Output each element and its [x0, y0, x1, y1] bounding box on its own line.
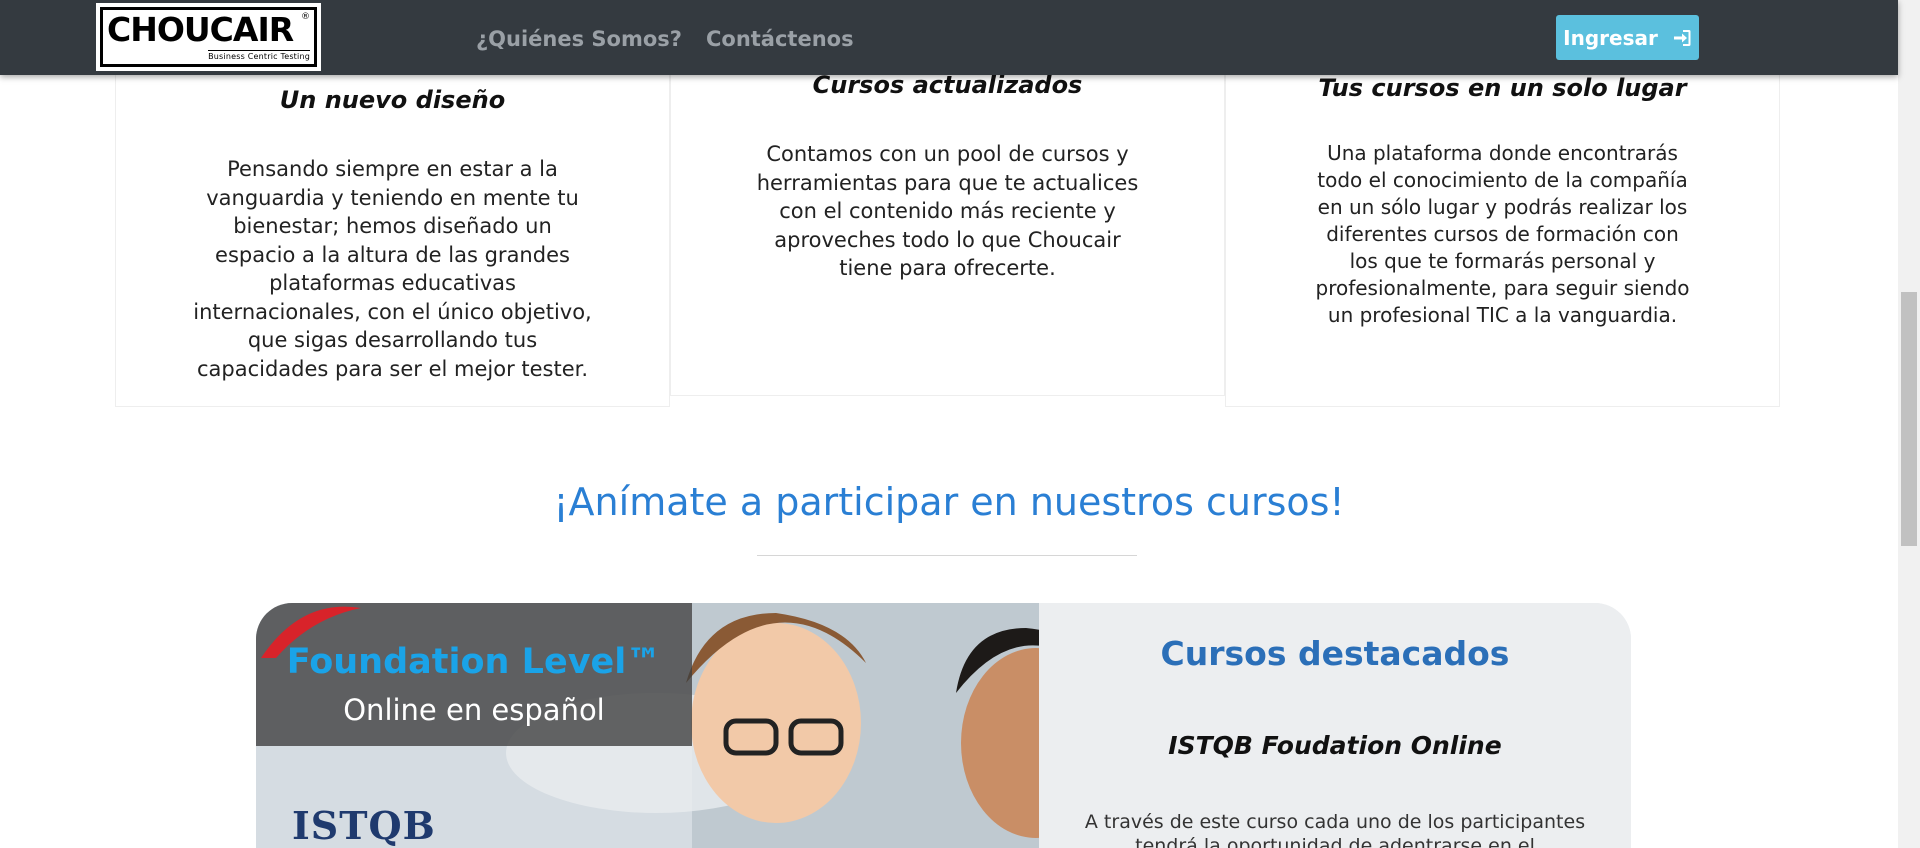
- feature-text-line: en un sólo lugar y podrás realizar los: [1317, 195, 1688, 219]
- istqb-logo: ISTQB: [292, 803, 436, 848]
- featured-courses-panel: Cursos destacados ISTQB Foudation Online…: [1039, 603, 1631, 848]
- feature-text-line: internacionales, con el único objetivo,: [193, 299, 592, 324]
- logo-tagline: Business Centric Testing: [208, 50, 310, 61]
- feature-text-line: con el contenido más reciente y: [779, 199, 1116, 223]
- featured-courses-heading: Cursos destacados: [1160, 634, 1510, 673]
- choucair-logo[interactable]: CHOUCAIR ® Business Centric Testing: [96, 3, 321, 71]
- logo-text: CHOUCAIR: [107, 10, 294, 49]
- feature-card-un-solo-lugar: Tus cursos en un solo lugar Una platafor…: [1225, 55, 1780, 407]
- description-line: A través de este curso cada uno de los p…: [1084, 811, 1586, 833]
- page-scrollbar[interactable]: [1898, 0, 1920, 848]
- sign-in-icon: [1673, 29, 1691, 46]
- feature-text-line: Contamos con un pool de cursos y: [766, 142, 1129, 166]
- feature-text-line: profesionalmente, para seguir siendo: [1315, 276, 1690, 300]
- feature-text-line: todo el conocimiento de la compañía: [1317, 168, 1688, 192]
- nav-links: ¿Quiénes Somos? Contáctenos: [476, 22, 854, 56]
- online-espanol-subtitle: Online en español: [343, 693, 605, 727]
- logo-frame: CHOUCAIR ® Business Centric Testing: [100, 7, 317, 67]
- feature-card-cursos-actualizados: Cursos actualizados Contamos con un pool…: [670, 55, 1225, 396]
- description-line: tendrá la oportunidad de adentrarse en e…: [1135, 835, 1535, 848]
- feature-text-line: Una plataforma donde encontrarás: [1327, 141, 1678, 165]
- featured-course-banner[interactable]: Foundation Level™ Online en español ISTQ…: [256, 603, 1631, 848]
- nav-link-contactenos[interactable]: Contáctenos: [706, 22, 854, 56]
- istqb-swoosh-icon: [261, 606, 361, 658]
- top-navbar: CHOUCAIR ® Business Centric Testing ¿Qui…: [0, 0, 1898, 75]
- feature-card-nuevo-diseno: Un nuevo diseño Pensando siempre en esta…: [115, 55, 670, 407]
- features-section: Un nuevo diseño Pensando siempre en esta…: [115, 55, 1780, 407]
- featured-course-description: A través de este curso cada uno de los p…: [1079, 810, 1591, 848]
- course-photo: Foundation Level™ Online en español ISTQ…: [256, 603, 1039, 848]
- page: CHOUCAIR ® Business Centric Testing ¿Qui…: [0, 0, 1920, 848]
- nav-link-quienes-somos[interactable]: ¿Quiénes Somos?: [476, 22, 682, 56]
- feature-text-line: que sigas desarrollando tus: [247, 328, 538, 352]
- login-button[interactable]: Ingresar: [1556, 15, 1699, 60]
- cta-divider: [757, 555, 1137, 556]
- scrollbar-thumb[interactable]: [1901, 292, 1917, 546]
- feature-text-line: los que te formarás personal y: [1349, 249, 1656, 273]
- feature-text-line: diferentes cursos de formación con: [1326, 222, 1679, 246]
- feature-text-line: plataformas educativas: [269, 271, 516, 295]
- login-button-label: Ingresar: [1563, 25, 1658, 50]
- feature-text-line: espacio a la altura de las grandes: [215, 242, 570, 267]
- feature-text-line: bienestar; hemos diseñado un: [233, 214, 552, 238]
- feature-text-line: capacidades para ser el mejor tester.: [196, 356, 589, 381]
- feature-text-line: Pensando siempre en estar a la: [227, 157, 558, 181]
- feature-text-line: un profesional TIC a la vanguardia.: [1327, 303, 1678, 327]
- feature-title: Tus cursos en un solo lugar: [1318, 74, 1687, 102]
- feature-text-line: aproveches todo lo que Choucair: [774, 227, 1121, 252]
- feature-text-line: herramientas para que te actualices: [756, 170, 1139, 195]
- registered-mark: ®: [301, 12, 310, 22]
- feature-title: Un nuevo diseño: [279, 86, 506, 114]
- feature-text-line: vanguardia y teniendo en mente tu: [206, 185, 579, 210]
- feature-text-line: tiene para ofrecerte.: [839, 256, 1056, 280]
- featured-course-title: ISTQB Foudation Online: [1168, 731, 1502, 760]
- feature-title: Cursos actualizados: [812, 71, 1083, 99]
- feature-text: Una plataforma donde encontrarás todo el…: [1226, 140, 1779, 329]
- feature-text: Contamos con un pool de cursos y herrami…: [671, 140, 1224, 283]
- cta-title: ¡Anímate a participar en nuestros cursos…: [553, 480, 1345, 524]
- feature-text: Pensando siempre en estar a la vanguardi…: [116, 155, 669, 383]
